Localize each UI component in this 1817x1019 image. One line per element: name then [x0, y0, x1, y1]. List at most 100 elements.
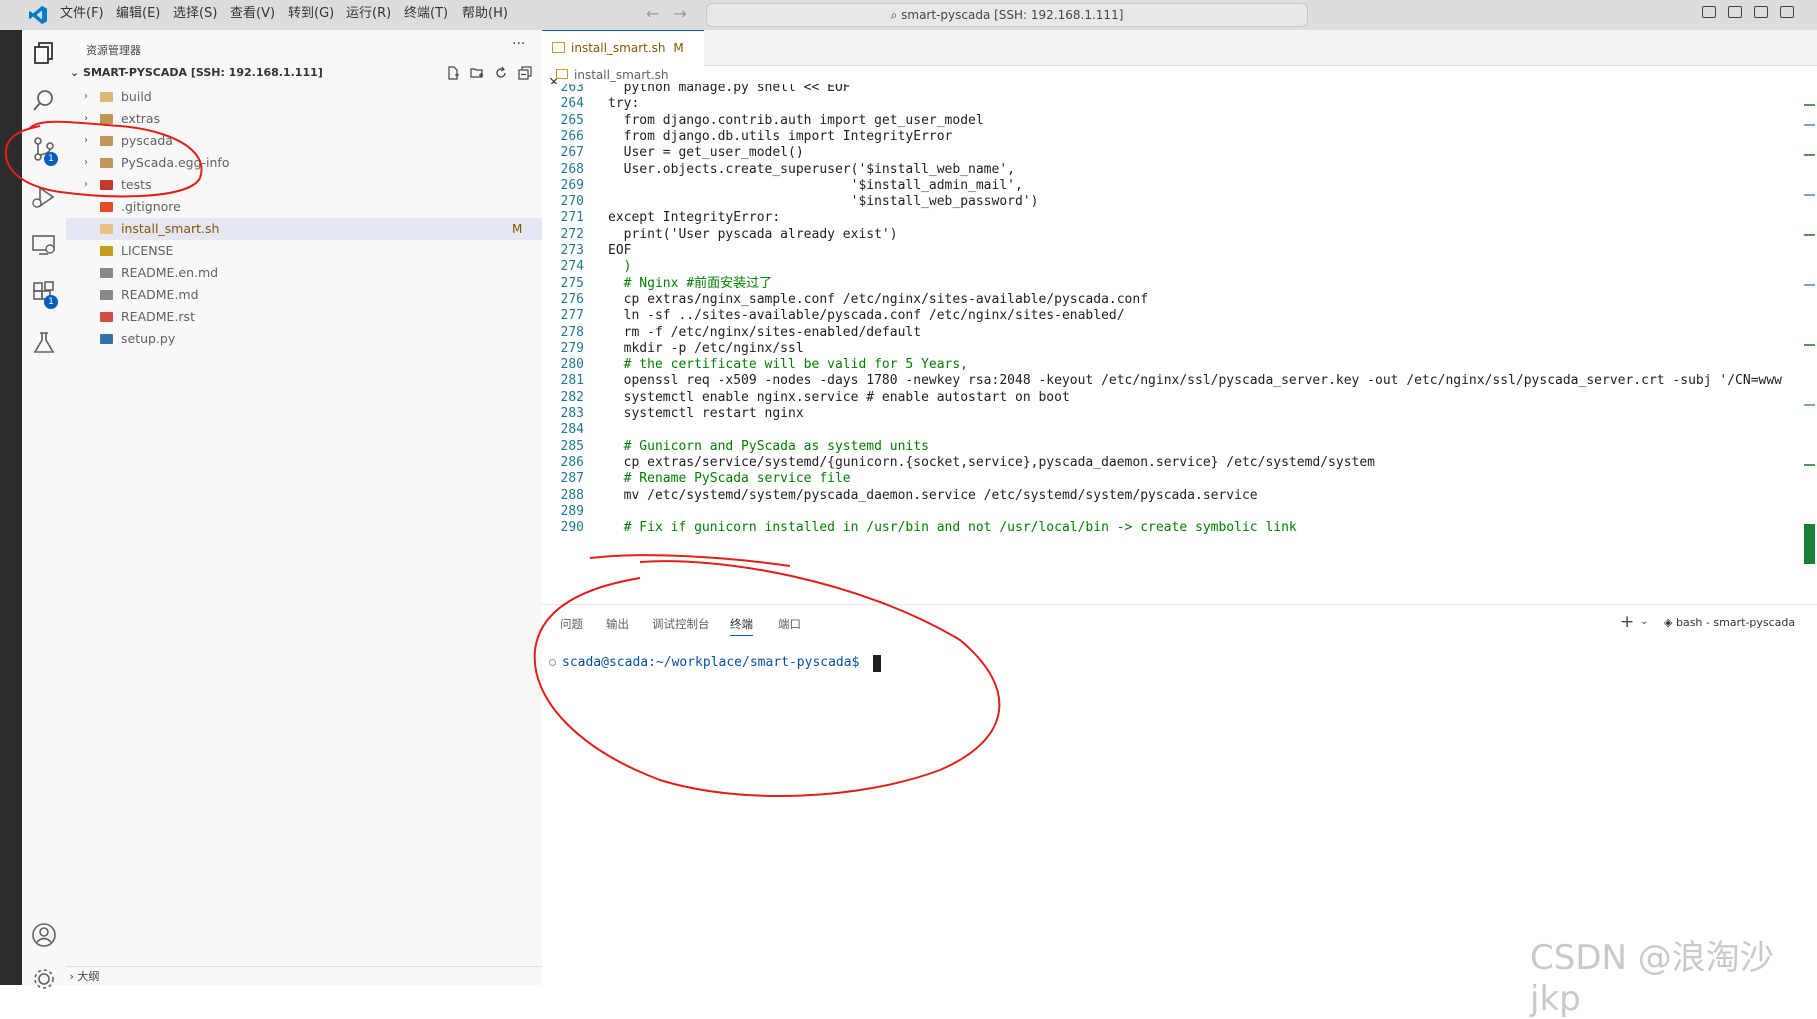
chevron-right-icon: ›: [84, 113, 88, 124]
tab-install-smart-sh[interactable]: install_smart.sh M ×: [542, 30, 704, 90]
tree-item-label: README.rst: [121, 309, 195, 324]
minimap[interactable]: [1800, 84, 1817, 604]
command-center-label: smart-pyscada [SSH: 192.168.1.111]: [901, 8, 1124, 22]
chevron-right-icon: ›: [84, 135, 88, 146]
command-center[interactable]: ⌕ smart-pyscada [SSH: 192.168.1.111]: [706, 3, 1308, 27]
new-terminal-icon[interactable]: +: [1620, 612, 1634, 632]
accounts-icon[interactable]: [31, 922, 57, 948]
search-icon: ⌕: [890, 8, 902, 22]
run-debug-icon[interactable]: [31, 184, 57, 210]
menu-item[interactable]: 终端(T): [404, 0, 448, 30]
menu-item[interactable]: 查看(V): [230, 0, 275, 30]
extensions-badge: 1: [44, 295, 58, 309]
tree-item[interactable]: README.en.md: [66, 262, 542, 284]
chevron-right-icon: ›: [84, 91, 88, 102]
refresh-icon[interactable]: [494, 66, 508, 80]
tree-item[interactable]: › PyScada.egg-info: [66, 152, 542, 174]
manage-gear-icon[interactable]: [31, 966, 57, 992]
tree-item[interactable]: › tests: [66, 174, 542, 196]
tab-modified-indicator: M: [673, 41, 684, 55]
toggle-secondary-sidebar-icon[interactable]: [1754, 6, 1768, 18]
panel-tab[interactable]: 调试控制台: [652, 616, 710, 632]
terminal-cube-icon: ◈: [1664, 616, 1676, 629]
vscode-logo-icon: [29, 6, 47, 24]
tree-item-label: extras: [121, 111, 161, 126]
panel-tab[interactable]: 终端: [730, 616, 753, 636]
tree-item-label: LICENSE: [121, 243, 174, 258]
tree-item-label: pyscada: [121, 133, 173, 148]
menu-item[interactable]: 文件(F): [60, 0, 104, 30]
search-icon[interactable]: [31, 88, 57, 114]
tree-item-label: README.md: [121, 287, 199, 302]
collapse-all-icon[interactable]: [518, 66, 532, 80]
code-text: # Fix if gunicorn installed in /usr/bin …: [608, 520, 1297, 536]
new-file-icon[interactable]: [446, 66, 460, 80]
sidebar-title: 资源管理器: [86, 44, 141, 57]
tree-item[interactable]: › extras: [66, 108, 542, 130]
toggle-panel-icon[interactable]: [1728, 6, 1742, 18]
terminal-cursor: [873, 655, 881, 672]
folder-header[interactable]: ⌄ SMART-PYSCADA [SSH: 192.168.1.111]: [70, 66, 323, 79]
toggle-sidebar-icon[interactable]: [1702, 6, 1716, 18]
menu-item[interactable]: 转到(G): [288, 0, 334, 30]
tree-item[interactable]: install_smart.sh M: [66, 218, 542, 240]
outline-label: 大纲: [77, 970, 100, 983]
folder-icon: [100, 180, 113, 190]
remote-explorer-icon[interactable]: [31, 232, 57, 258]
menu-item[interactable]: 帮助(H): [462, 0, 508, 30]
tree-item-label: build: [121, 89, 152, 104]
folder-icon: [100, 92, 113, 102]
tree-item-label: PyScada.egg-info: [121, 155, 230, 170]
folder-header-label: SMART-PYSCADA [SSH: 192.168.1.111]: [83, 66, 323, 79]
file-icon: [100, 246, 113, 256]
terminal-prompt[interactable]: scada@scada:~/workplace/smart-pyscada$: [562, 655, 859, 670]
folder-icon: [100, 158, 113, 168]
panel-tab[interactable]: 输出: [606, 616, 629, 632]
tree-item[interactable]: › build: [66, 86, 542, 108]
forward-arrow-icon[interactable]: →: [673, 4, 700, 23]
chevron-right-icon: ›: [84, 179, 88, 190]
new-folder-icon[interactable]: [470, 66, 484, 80]
nav-arrows[interactable]: ←→: [646, 4, 701, 23]
code-editor[interactable]: 263 python manage.py shell << EOF 264 try:…: [542, 84, 1802, 604]
tree-item[interactable]: setup.py: [66, 328, 542, 350]
panel-tab[interactable]: 端口: [778, 616, 801, 632]
chevron-right-icon: ›: [84, 157, 88, 168]
more-actions-icon[interactable]: ···: [512, 36, 525, 52]
tree-item[interactable]: LICENSE: [66, 240, 542, 262]
tree-item[interactable]: .gitignore: [66, 196, 542, 218]
explorer-icon[interactable]: [31, 40, 57, 66]
tree-item-label: tests: [121, 177, 152, 192]
file-icon: [100, 224, 113, 234]
back-arrow-icon[interactable]: ←: [646, 4, 673, 23]
outline-section[interactable]: › 大纲: [66, 966, 542, 986]
tree-item[interactable]: README.md: [66, 284, 542, 306]
folder-icon: [100, 136, 113, 146]
activity-bar: [22, 30, 66, 985]
breadcrumb[interactable]: install_smart.sh: [556, 68, 669, 82]
source-control-badge: 1: [44, 152, 58, 166]
chevron-down-icon[interactable]: ⌄: [1640, 616, 1648, 627]
command-decoration-icon: [549, 659, 556, 666]
menu-item[interactable]: 选择(S): [173, 0, 217, 30]
panel-tab[interactable]: 问题: [560, 616, 583, 632]
watermark: CSDN @浪淘沙jkp: [1530, 938, 1774, 1019]
terminal-instance[interactable]: ◈ bash - smart-pyscada: [1664, 616, 1795, 629]
line-number: 290: [560, 520, 584, 536]
tree-item-label: setup.py: [121, 331, 176, 346]
tree-item-label: install_smart.sh: [121, 221, 220, 236]
folder-icon: [100, 114, 113, 124]
menu-item[interactable]: 运行(R): [346, 0, 391, 30]
menu-item[interactable]: 编辑(E): [116, 0, 160, 30]
terminal-name: bash - smart-pyscada: [1675, 616, 1796, 629]
file-icon: [100, 312, 113, 322]
tree-item[interactable]: README.rst: [66, 306, 542, 328]
chevron-down-icon: ⌄: [70, 66, 84, 79]
file-icon: [100, 202, 113, 212]
tree-item[interactable]: › pyscada: [66, 130, 542, 152]
customize-layout-icon[interactable]: [1780, 6, 1794, 18]
testing-icon[interactable]: [31, 330, 57, 356]
editor-tab-bar: [542, 30, 1817, 66]
file-icon: [100, 290, 113, 300]
modified-badge: M: [512, 222, 523, 236]
